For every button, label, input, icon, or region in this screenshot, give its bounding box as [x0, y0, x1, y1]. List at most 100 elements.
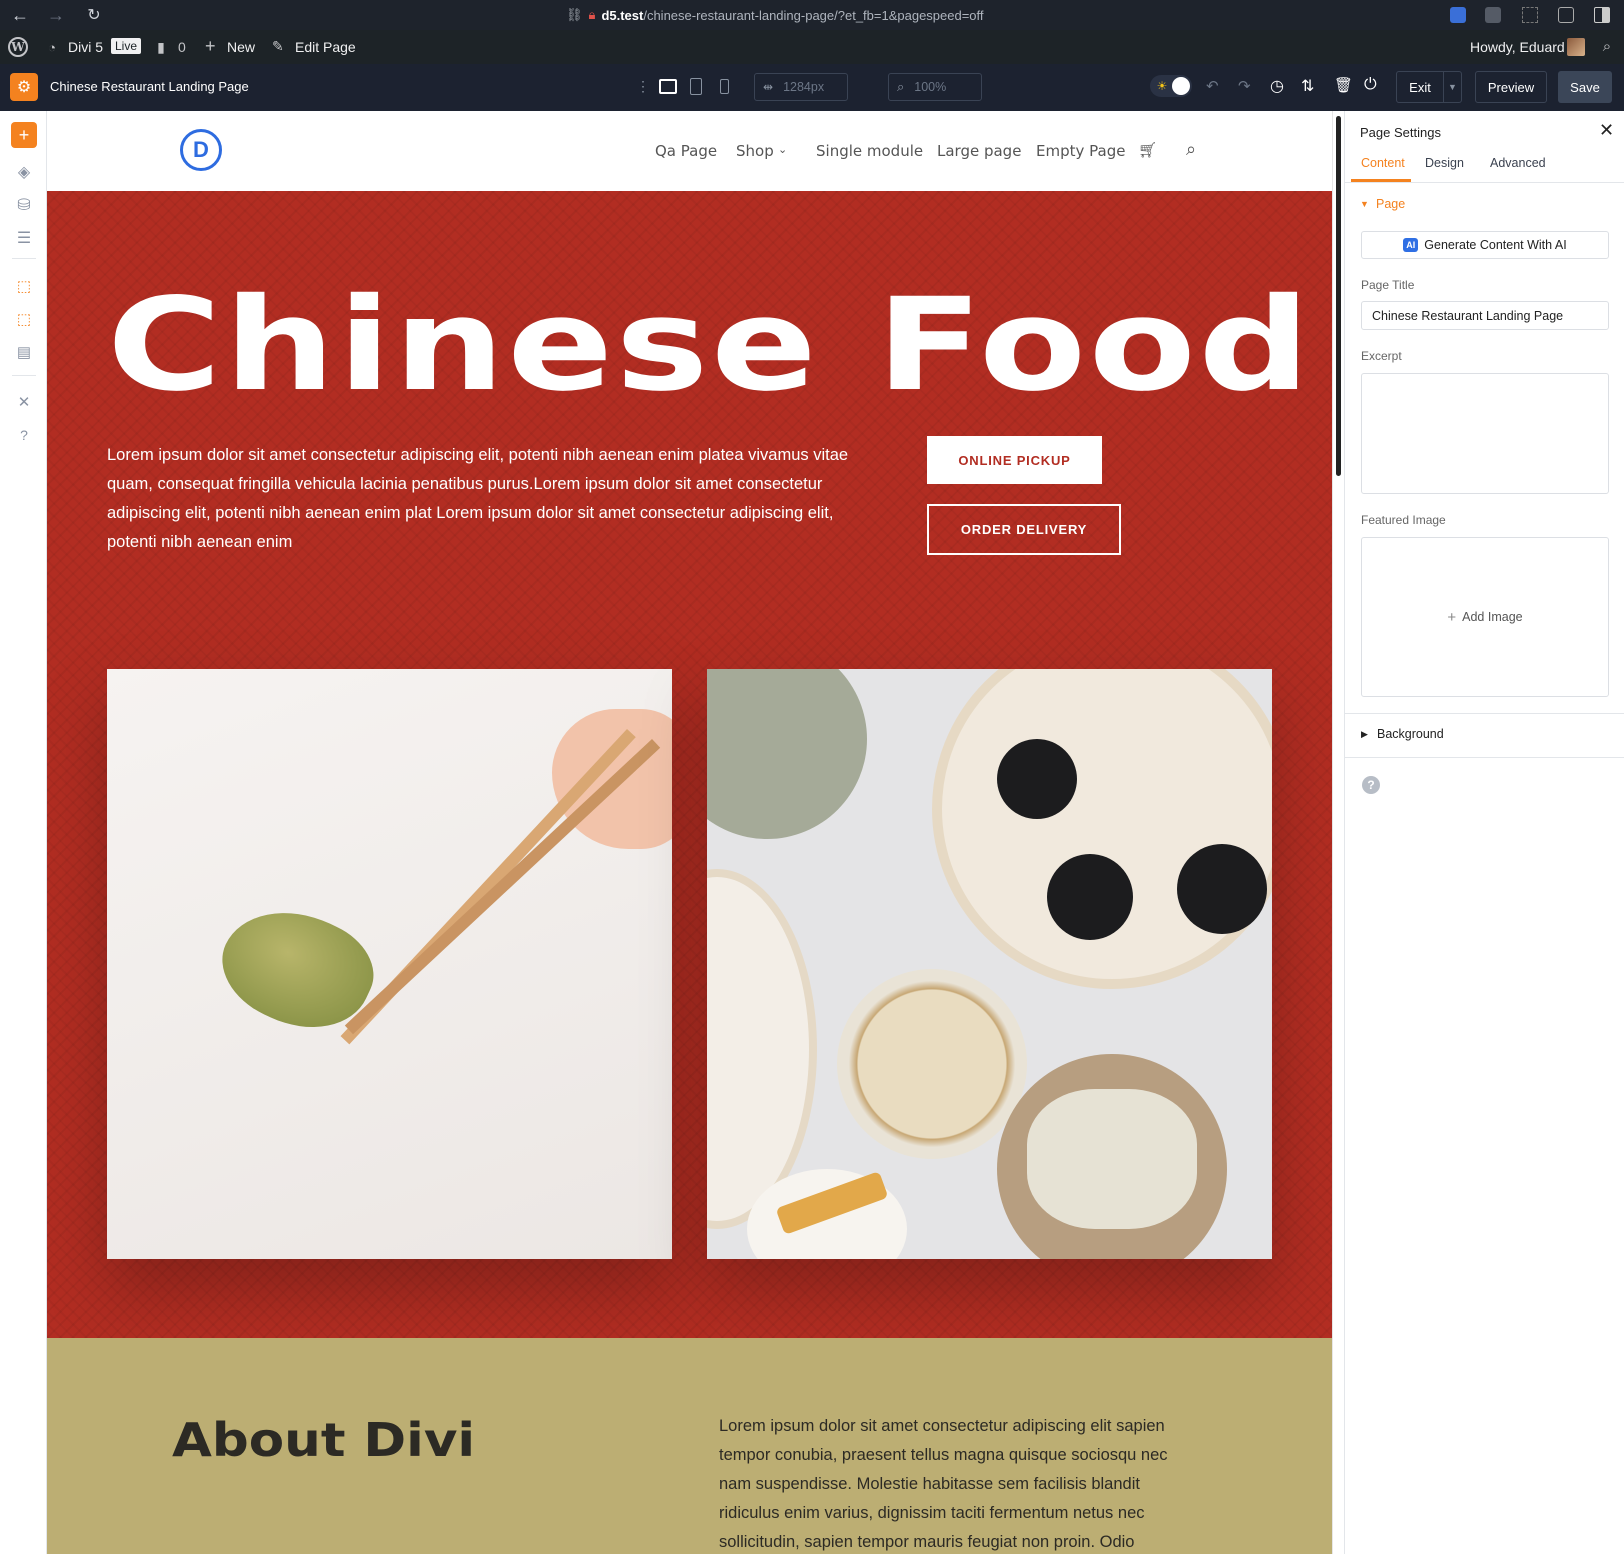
nav-single-module[interactable]: Single module — [816, 142, 923, 160]
template-icon[interactable]: ▤ — [13, 341, 35, 363]
cursor-multi-icon[interactable]: ⬚ — [13, 308, 35, 330]
add-image-label: Add Image — [1462, 610, 1523, 624]
url-host: d5.test — [601, 7, 644, 23]
new-link[interactable]: New — [227, 39, 255, 55]
back-icon[interactable]: ← — [10, 5, 30, 25]
about-section: About Divi Lorem ipsum dolor sit amet co… — [47, 1338, 1332, 1554]
caret-right-icon[interactable]: ▶ — [1361, 729, 1368, 740]
edit-page-link[interactable]: Edit Page — [295, 39, 356, 55]
hero-title: Chinese Food — [107, 271, 1313, 420]
trash-icon[interactable]: 🗑︎ — [1334, 76, 1353, 94]
site-name[interactable]: Divi 5 — [68, 39, 103, 55]
search-icon[interactable]: ⌕ — [1186, 139, 1196, 160]
chevron-down-icon: ⌄ — [778, 144, 788, 156]
forward-icon[interactable]: → — [46, 5, 66, 25]
generate-ai-button[interactable]: AI Generate Content With AI — [1361, 231, 1609, 259]
nav-empty-page[interactable]: Empty Page — [1036, 142, 1125, 160]
redo-icon[interactable]: ↷ — [1238, 77, 1251, 95]
help-icon[interactable]: ? — [13, 424, 35, 446]
rail-divider — [12, 375, 36, 376]
nav-qa-page[interactable]: Qa Page — [655, 142, 717, 160]
preview-button[interactable]: Preview — [1475, 71, 1547, 103]
scrollbar-thumb[interactable] — [1336, 116, 1341, 476]
browser-toolbar: ← → ↻ ⛓ 🔒︎ d5.test/chinese-restaurant-la… — [0, 0, 1624, 30]
width-input[interactable]: ⇹ 1284px — [754, 73, 848, 101]
address-bar[interactable]: ⛓ 🔒︎ d5.test/chinese-restaurant-landing-… — [566, 7, 984, 23]
layout-icon[interactable]: ☰ — [13, 227, 35, 249]
zoom-icon: ⌕ — [897, 79, 905, 94]
desktop-view-icon[interactable] — [659, 79, 677, 94]
insecure-lock-icon: 🔒︎ — [588, 7, 596, 22]
howdy-user[interactable]: Howdy, Eduard — [1470, 39, 1565, 55]
generate-ai-label: Generate Content With AI — [1424, 238, 1567, 252]
black-bun-1 — [997, 739, 1077, 819]
undo-icon[interactable]: ↶ — [1206, 77, 1219, 95]
section-background-toggle[interactable]: Background — [1377, 727, 1444, 741]
tools-icon[interactable]: ✕ — [13, 391, 35, 413]
left-tool-rail: + ◈ ⛁ ☰ ⬚ ⬚ ▤ ✕ ? — [0, 111, 47, 1554]
reload-icon[interactable]: ↻ — [84, 5, 104, 25]
sliders-icon[interactable] — [1558, 7, 1574, 23]
cart-icon[interactable]: 🛒︎ — [1138, 141, 1157, 159]
sort-arrows-icon[interactable]: ⇅ — [1301, 76, 1314, 96]
history-icon[interactable]: ◷ — [1270, 76, 1284, 96]
excerpt-textarea[interactable] — [1361, 373, 1609, 494]
site-logo[interactable]: D — [180, 129, 222, 171]
tab-design[interactable]: Design — [1425, 156, 1464, 170]
tab-advanced[interactable]: Advanced — [1490, 156, 1546, 170]
url-path: /chinese-restaurant-landing-page/?et_fb=… — [643, 7, 984, 23]
online-pickup-button[interactable]: ONLINE PICKUP — [927, 436, 1102, 484]
exit-dropdown-icon[interactable]: ▼ — [1443, 72, 1461, 102]
save-button[interactable]: Save — [1558, 71, 1612, 103]
comment-icon[interactable]: ▮ — [153, 39, 169, 55]
help-icon[interactable]: ? — [1362, 776, 1380, 794]
comment-count[interactable]: 0 — [178, 39, 186, 55]
tab-divider — [1345, 182, 1624, 183]
tab-content[interactable]: Content — [1361, 156, 1405, 170]
plate-greens — [707, 669, 867, 839]
settings-gear-icon[interactable]: ⚙ — [10, 73, 38, 101]
wordpress-logo-icon[interactable]: W — [8, 37, 28, 57]
exit-button[interactable]: Exit ▼ — [1396, 71, 1462, 103]
add-module-icon[interactable]: + — [11, 122, 37, 148]
sun-icon: ☀ — [1156, 79, 1168, 93]
dashboard-icon[interactable]: ◔ — [44, 40, 60, 55]
avatar[interactable] — [1567, 38, 1585, 56]
cursor-select-icon[interactable]: ⬚ — [13, 275, 35, 297]
site-header: D Qa Page Shop ⌄ Single module Large pag… — [47, 111, 1332, 191]
order-delivery-button[interactable]: ORDER DELIVERY — [927, 504, 1121, 555]
dumpling-chopsticks-image — [107, 669, 672, 1259]
extension-2-icon[interactable] — [1485, 7, 1501, 23]
caret-down-icon[interactable]: ▼ — [1360, 199, 1369, 209]
layers-icon[interactable]: ◈ — [13, 161, 35, 183]
phone-view-icon[interactable] — [720, 79, 729, 94]
search-icon[interactable]: ⌕ — [1598, 37, 1616, 55]
black-bun-2 — [1047, 854, 1133, 940]
section-page-toggle[interactable]: Page — [1376, 197, 1405, 211]
ai-badge-icon: AI — [1403, 238, 1419, 252]
screenshot-icon[interactable] — [1522, 7, 1538, 23]
canvas-scrollbar[interactable] — [1332, 111, 1344, 1554]
more-vertical-icon[interactable]: ⋮ — [636, 78, 650, 95]
zoom-value: 100% — [914, 80, 947, 94]
featured-image-dropzone[interactable]: + Add Image — [1361, 537, 1609, 697]
hero-section: Chinese Food Lorem ipsum dolor sit amet … — [47, 191, 1332, 1338]
page-title-label: Page Title — [1361, 278, 1415, 292]
close-icon[interactable]: ✕ — [1599, 120, 1614, 141]
database-icon[interactable]: ⛁ — [13, 194, 35, 216]
panel-title: Page Settings — [1360, 125, 1441, 140]
page-title-input[interactable] — [1361, 301, 1609, 330]
extension-icon[interactable] — [1450, 7, 1466, 23]
power-icon[interactable]: ⏻ — [1364, 76, 1377, 94]
light-dark-toggle[interactable]: ☀ — [1150, 75, 1192, 97]
live-badge: Live — [111, 38, 142, 54]
divi-builder-bar: ⚙ Chinese Restaurant Landing Page ⋮ ⇹ 12… — [0, 64, 1624, 111]
pencil-icon: ✎ — [272, 38, 284, 54]
dim-sum-spread-image — [707, 669, 1272, 1259]
nav-shop[interactable]: Shop — [736, 142, 774, 160]
zoom-input[interactable]: ⌕ 100% — [888, 73, 982, 101]
sidebar-toggle-icon[interactable] — [1594, 7, 1610, 23]
nav-large-page[interactable]: Large page — [937, 142, 1021, 160]
tablet-view-icon[interactable] — [690, 78, 702, 95]
hero-text: Lorem ipsum dolor sit amet consectetur a… — [107, 446, 849, 551]
